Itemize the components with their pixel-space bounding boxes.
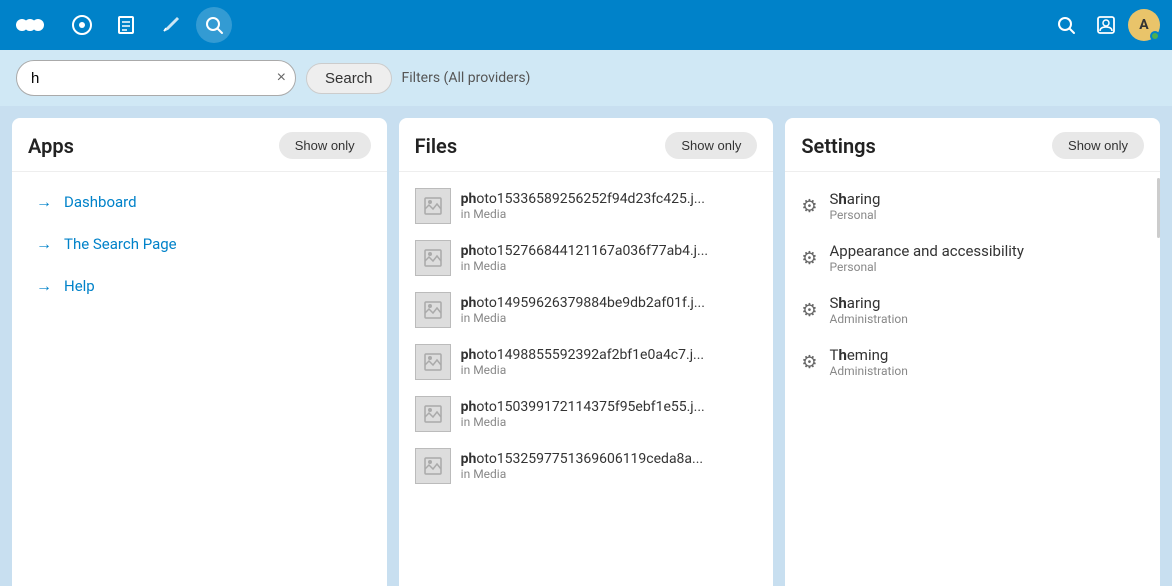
online-indicator [1150,31,1160,41]
arrow-icon: → [36,192,52,212]
file-info: photo150399172114375f95ebf1e55.j... in M… [461,399,758,429]
file-location: in Media [461,207,758,221]
search-topbar-icon[interactable] [1048,7,1084,43]
list-item[interactable]: → The Search Page [20,224,379,264]
file-location: in Media [461,259,758,273]
file-thumbnail [415,448,451,484]
file-info: photo15336589256252f94d23fc425.j... in M… [461,191,758,221]
app-item-label: Help [64,277,95,295]
search-input-wrap: × [16,60,296,96]
file-location: in Media [461,415,758,429]
app-logo[interactable] [12,7,48,43]
file-thumbnail [415,240,451,276]
files-column-body: photo15336589256252f94d23fc425.j... in M… [399,172,774,586]
search-button[interactable]: Search [306,63,392,94]
setting-info: Sharing Administration [829,294,907,326]
files-column-header: Files Show only [399,118,774,172]
nav-icon-notes[interactable] [152,7,188,43]
file-name: photo153259775136960​6119ceda8a... [461,451,758,467]
file-info: photo152766844121167a036f77ab4.j... in M… [461,243,758,273]
list-item[interactable]: → Help [20,266,379,306]
setting-name: Sharing [829,294,907,312]
gear-icon: ⚙ [801,196,817,217]
list-item[interactable]: ⚙ Sharing Administration [785,284,1160,336]
highlight: h [73,235,81,253]
list-item[interactable]: photo152766844121167a036f77ab4.j... in M… [399,232,774,284]
gear-icon: ⚙ [801,300,817,321]
list-item[interactable]: ⚙ Appearance and accessibility Personal [785,232,1160,284]
list-item[interactable]: ⚙ Sharing Personal [785,180,1160,232]
setting-info: Appearance and accessibility Personal [829,242,1023,274]
setting-category: Administration [829,312,907,326]
setting-name: Appearance and accessibility [829,242,1023,260]
arrow-icon: → [36,276,52,296]
nav-icon-search[interactable] [196,7,232,43]
file-name: photo152766844121167a036f77ab4.j... [461,243,758,259]
user-avatar[interactable]: A [1128,9,1160,41]
setting-name: Sharing [829,190,880,208]
setting-category: Personal [829,260,1023,274]
list-item[interactable]: photo14959626379884be9db2af01f.j... in M… [399,284,774,336]
main-content: Apps Show only → Dashboard → The Search … [0,106,1172,586]
files-column-title: Files [415,134,457,158]
contacts-topbar-icon[interactable] [1088,7,1124,43]
apps-column-header: Apps Show only [12,118,387,172]
setting-category: Personal [829,208,880,222]
file-info: photo153259775136960​6119ceda8a... in Me… [461,451,758,481]
list-item[interactable]: photo153259775136960​6119ceda8a... in Me… [399,440,774,492]
setting-info: Theming Administration [829,346,907,378]
list-item[interactable]: ⚙ Theming Administration [785,336,1160,388]
list-item[interactable]: photo15336589256252f94d23fc425.j... in M… [399,180,774,232]
file-info: photo14959626379884be9db2af01f.j... in M… [461,295,758,325]
app-item-label: Dashboard [64,193,137,211]
search-input[interactable] [16,60,296,96]
setting-name: Theming [829,346,907,364]
app-item-label: The Search Page [64,235,177,253]
topbar: A [0,0,1172,50]
file-thumbnail [415,344,451,380]
highlight: Das [64,193,90,211]
apps-show-only-button[interactable]: Show only [279,132,371,159]
apps-column: Apps Show only → Dashboard → The Search … [12,118,387,586]
list-item[interactable]: photo150399172114375f95ebf1e55.j... in M… [399,388,774,440]
search-area: × Search Filters (All providers) [0,50,1172,106]
search-clear-button[interactable]: × [277,70,286,86]
settings-column: Settings Show only ⚙ Sharing Personal ⚙ … [785,118,1160,586]
nav-icon-files[interactable] [108,7,144,43]
topbar-right: A [1048,7,1160,43]
list-item[interactable]: → Dashboard [20,182,379,222]
file-name: photo15336589256252f94d23fc425.j... [461,191,758,207]
settings-show-only-button[interactable]: Show only [1052,132,1144,159]
highlight: H [64,277,75,295]
file-name: photo150399172114375f95ebf1e55.j... [461,399,758,415]
settings-column-title: Settings [801,134,875,158]
file-info: photo1498855592392af2bf1e0a4c7.j... in M… [461,347,758,377]
apps-column-title: Apps [28,134,74,158]
file-location: in Media [461,311,758,325]
file-location: in Media [461,363,758,377]
gear-icon: ⚙ [801,248,817,269]
nav-icon-home[interactable] [64,7,100,43]
highlight: h [131,235,139,253]
file-name: photo14959626379884be9db2af01f.j... [461,295,758,311]
file-thumbnail [415,292,451,328]
files-column: Files Show only photo15336589256252f94d2… [399,118,774,586]
files-show-only-button[interactable]: Show only [665,132,757,159]
filters-label[interactable]: Filters (All providers) [402,70,531,86]
scroll-indicator [1157,178,1160,238]
apps-column-body: → Dashboard → The Search Page → Help [12,172,387,586]
file-location: in Media [461,467,758,481]
setting-category: Administration [829,364,907,378]
setting-info: Sharing Personal [829,190,880,222]
list-item[interactable]: photo1498855592392af2bf1e0a4c7.j... in M… [399,336,774,388]
gear-icon: ⚙ [801,352,817,373]
settings-column-body: ⚙ Sharing Personal ⚙ Appearance and acce… [785,172,1160,586]
settings-column-header: Settings Show only [785,118,1160,172]
file-name: photo1498855592392af2bf1e0a4c7.j... [461,347,758,363]
file-thumbnail [415,396,451,432]
file-thumbnail [415,188,451,224]
arrow-icon: → [36,234,52,254]
